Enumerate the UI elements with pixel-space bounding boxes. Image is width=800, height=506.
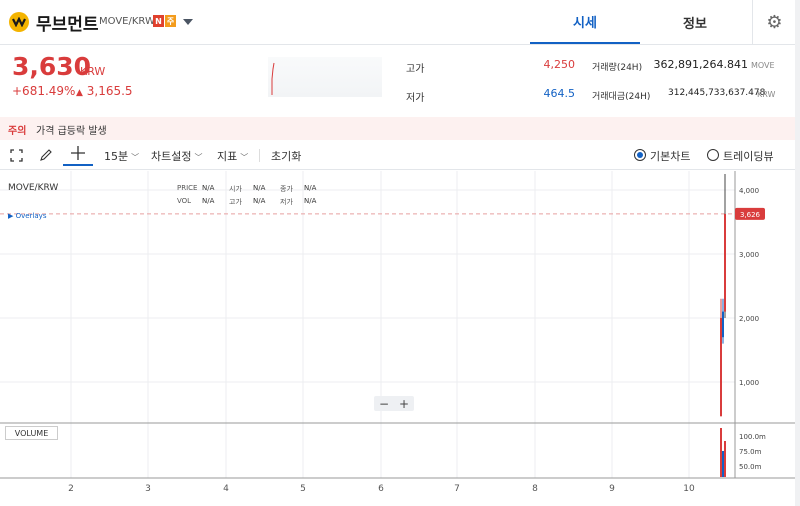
tradingview-radio[interactable] — [707, 149, 719, 161]
info-close-label: 종가 — [280, 185, 293, 193]
low-value: 464.5 — [543, 87, 576, 100]
x-tick-label: 5 — [300, 484, 306, 494]
warning-bar: 주의 가격 급등락 발생 — [0, 117, 800, 140]
info-low-label: 저가 — [280, 198, 293, 206]
amount-unit: KRW — [757, 90, 776, 99]
y-tick-label: 2,000 — [739, 315, 759, 323]
chevron-down-icon: ﹀ — [194, 153, 203, 162]
gear-icon[interactable]: ⚙ — [752, 0, 796, 44]
info-low-value: N/A — [304, 197, 317, 205]
volume-bar — [722, 451, 724, 477]
volume-tick-label: 50.0m — [739, 463, 762, 471]
basic-chart-label[interactable]: 기본차트 — [650, 148, 690, 164]
crosshair-icon[interactable] — [63, 142, 93, 166]
info-high-label: 고가 — [229, 198, 242, 206]
caution-badge: 주 — [165, 15, 176, 27]
change-amount-value: 3,165.5 — [86, 84, 133, 98]
amount-label: 거래대금(24H) — [592, 92, 651, 102]
x-tick-label: 6 — [378, 484, 384, 494]
sparkline — [268, 57, 382, 97]
zoom-controls: − + — [374, 396, 414, 411]
zoom-out-button[interactable]: − — [379, 397, 389, 411]
info-high-value: N/A — [253, 197, 266, 205]
volume-label: 거래량(24H) — [592, 63, 643, 73]
info-open-label: 시가 — [229, 185, 242, 193]
x-tick-label: 8 — [532, 484, 538, 494]
price-chart[interactable]: 2 3 4 5 6 7 8 9 10 4,000 3,000 2,000 1,000 3,626 100.0… — [0, 171, 795, 506]
overlays-label: Overlays — [15, 212, 47, 220]
volume-tick-label: 100.0m — [739, 433, 766, 441]
zoom-in-button[interactable]: + — [399, 397, 409, 411]
page-scrollbar[interactable] — [795, 0, 800, 506]
chart-toolbar: 15분 ﹀ 차트설정 ﹀ 지표 ﹀ 초기화 기본차트 트레이딩뷰 — [0, 141, 800, 170]
coin-name[interactable]: 무브먼트 — [36, 10, 99, 35]
volume-value: 362,891,264.841 — [653, 58, 748, 71]
warning-label: 주의 — [8, 126, 27, 137]
chart-canvas[interactable]: 2 3 4 5 6 7 8 9 10 4,000 3,000 2,000 1,000 3,626 100.0… — [0, 171, 795, 506]
tab-quote[interactable]: 시세 — [530, 0, 640, 44]
coin-pair: MOVE/KRW — [99, 16, 155, 27]
indicators-menu[interactable]: 지표 ﹀ — [217, 148, 248, 164]
indicators-label: 지표 — [217, 150, 238, 163]
change-rate: +681.49% — [12, 84, 76, 98]
pencil-icon[interactable] — [37, 146, 55, 164]
chevron-down-icon[interactable] — [183, 19, 193, 25]
chevron-down-icon: ﹀ — [240, 153, 249, 162]
volume-tick-label: 75.0m — [739, 448, 762, 456]
price-unit: KRW — [80, 65, 106, 78]
info-price-value: N/A — [202, 184, 215, 192]
x-tick-label: 4 — [223, 484, 229, 494]
interval-label: 15분 — [104, 150, 129, 163]
volume-bar — [724, 441, 726, 477]
volume-unit: MOVE — [751, 61, 775, 70]
y-tick-label: 1,000 — [739, 379, 759, 387]
x-tick-label: 7 — [454, 484, 460, 494]
x-tick-label: 10 — [683, 484, 695, 494]
candle-body — [722, 311, 724, 338]
toolbar-divider — [259, 149, 260, 162]
y-tick-label: 3,000 — [739, 251, 759, 259]
coin-header: 무브먼트 MOVE/KRW N 주 시세 정보 ⚙ — [0, 0, 800, 45]
info-open-value: N/A — [253, 184, 266, 192]
chevron-down-icon: ﹀ — [131, 153, 140, 162]
chart-settings-label: 차트설정 — [151, 150, 192, 163]
overlays-toggle[interactable]: ▶ Overlays — [8, 212, 46, 220]
fullscreen-icon[interactable] — [7, 146, 25, 164]
x-tick-label: 9 — [609, 484, 615, 494]
new-badge: N — [153, 15, 164, 27]
candle-body — [720, 318, 722, 417]
coin-logo-icon — [9, 12, 29, 32]
tab-info[interactable]: 정보 — [640, 0, 750, 44]
x-tick-label: 3 — [145, 484, 151, 494]
chart-title: MOVE/KRW — [8, 183, 59, 193]
chart-settings-menu[interactable]: 차트설정 ﹀ — [151, 148, 202, 164]
x-tick-label: 2 — [68, 484, 74, 494]
low-label: 저가 — [406, 93, 425, 104]
basic-chart-radio[interactable] — [634, 149, 646, 161]
info-vol-label: VOL — [177, 197, 192, 205]
volume-bar — [720, 428, 722, 477]
info-vol-value: N/A — [202, 197, 215, 205]
candle-body — [724, 213, 726, 312]
warning-text: 가격 급등락 발생 — [36, 126, 107, 137]
current-price-tag-label: 3,626 — [740, 211, 761, 219]
high-value: 4,250 — [543, 58, 576, 71]
up-arrow-icon: ▲ — [76, 88, 83, 98]
interval-select[interactable]: 15분 ﹀ — [104, 148, 139, 164]
tradingview-label[interactable]: 트레이딩뷰 — [723, 148, 774, 164]
y-tick-label: 4,000 — [739, 187, 759, 195]
info-price-label: PRICE — [177, 184, 198, 192]
volume-pane-label[interactable]: VOLUME — [5, 426, 58, 440]
amount-value: 312,445,733,637.478 — [668, 88, 766, 98]
reset-button[interactable]: 초기화 — [271, 148, 301, 164]
high-label: 고가 — [406, 64, 425, 75]
change-amount: ▲ 3,165.5 — [76, 84, 133, 98]
info-close-value: N/A — [304, 184, 317, 192]
